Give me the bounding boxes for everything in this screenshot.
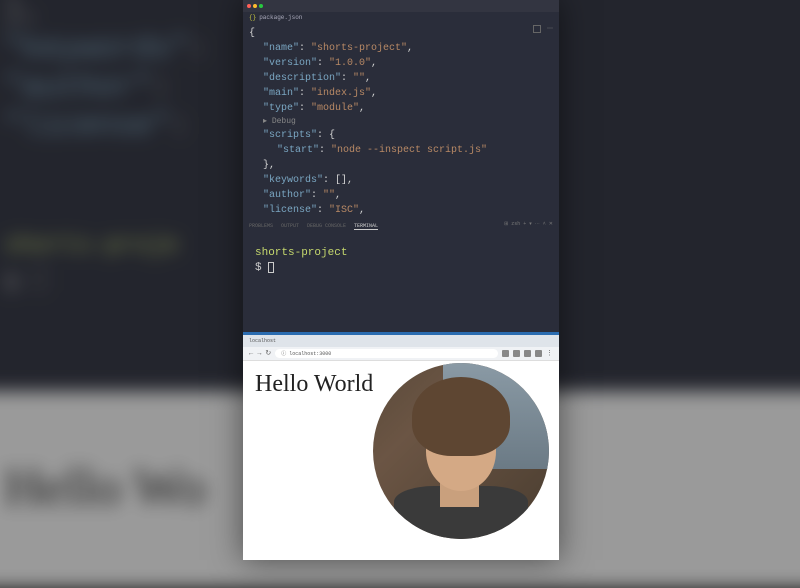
foreground-window: {} package.json ⋯ { "name": "shorts-proj… xyxy=(243,0,559,560)
code-line: "version": "1.0.0", xyxy=(249,56,553,71)
code-line: "license": "ISC", xyxy=(249,203,553,218)
tab-filename: package.json xyxy=(259,14,302,21)
forward-icon[interactable]: → xyxy=(257,350,261,358)
code-line: "main": "index.js", xyxy=(249,86,553,101)
info-icon: ⓘ xyxy=(281,350,286,357)
code-line: "name": "shorts-project", xyxy=(249,41,553,56)
reload-icon[interactable]: ↻ xyxy=(265,349,271,358)
extension-icon[interactable] xyxy=(524,350,531,357)
terminal-prompt: $ xyxy=(255,261,547,276)
code-line: { xyxy=(249,26,553,41)
back-icon[interactable]: ← xyxy=(249,350,253,358)
code-editor[interactable]: ⋯ { "name": "shorts-project", "version":… xyxy=(243,22,559,222)
url-text: localhost:3000 xyxy=(289,351,331,357)
avatar-image xyxy=(373,363,549,539)
tab-problems[interactable]: PROBLEMS xyxy=(249,223,273,230)
terminal-cwd: shorts-project xyxy=(255,246,547,261)
tab-terminal[interactable]: TERMINAL xyxy=(354,223,378,230)
code-line: "keywords": [], xyxy=(249,173,553,188)
menu-icon[interactable]: ⋮ xyxy=(546,349,553,358)
editor-toolbar: ⋯ xyxy=(533,24,553,33)
browser-toolbar: ← → ↻ ⓘ localhost:3000 ⋮ xyxy=(243,347,559,361)
browser-tab[interactable]: localhost xyxy=(249,338,276,344)
extension-icon[interactable] xyxy=(502,350,509,357)
code-line: "type": "module", xyxy=(249,101,553,116)
code-line: "description": "", xyxy=(249,71,553,86)
tab-debug-console[interactable]: DEBUG CONSOLE xyxy=(307,223,346,230)
terminal[interactable]: shorts-project $ xyxy=(243,240,559,283)
panel-tabs: PROBLEMS OUTPUT DEBUG CONSOLE TERMINAL xyxy=(249,223,378,230)
tab-output[interactable]: OUTPUT xyxy=(281,223,299,230)
code-line: "scripts": { xyxy=(249,128,553,143)
browser-window: localhost ← → ↻ ⓘ localhost:3000 ⋮ Hello… xyxy=(243,332,559,560)
code-line: }, xyxy=(249,158,553,173)
code-line: "start": "node --inspect script.js" xyxy=(249,143,553,158)
vscode-titlebar xyxy=(243,0,559,12)
browser-tabbar: localhost xyxy=(243,335,559,347)
code-line: "author": "", xyxy=(249,188,553,203)
panel-toolbar[interactable]: ⊞ zsh + ▾ ⋯ ˄ ✕ xyxy=(504,221,553,227)
browser-viewport: Hello World xyxy=(243,361,559,560)
editor-tab[interactable]: {} package.json xyxy=(243,12,559,22)
split-editor-icon[interactable] xyxy=(533,25,541,33)
cursor-icon xyxy=(268,262,274,273)
extension-icon[interactable] xyxy=(535,350,542,357)
more-icon[interactable]: ⋯ xyxy=(547,24,553,33)
codelens-debug[interactable]: ▸ Debug xyxy=(249,116,553,128)
file-icon: {} xyxy=(249,14,256,21)
extension-icon[interactable] xyxy=(513,350,520,357)
address-bar[interactable]: ⓘ localhost:3000 xyxy=(275,349,498,358)
